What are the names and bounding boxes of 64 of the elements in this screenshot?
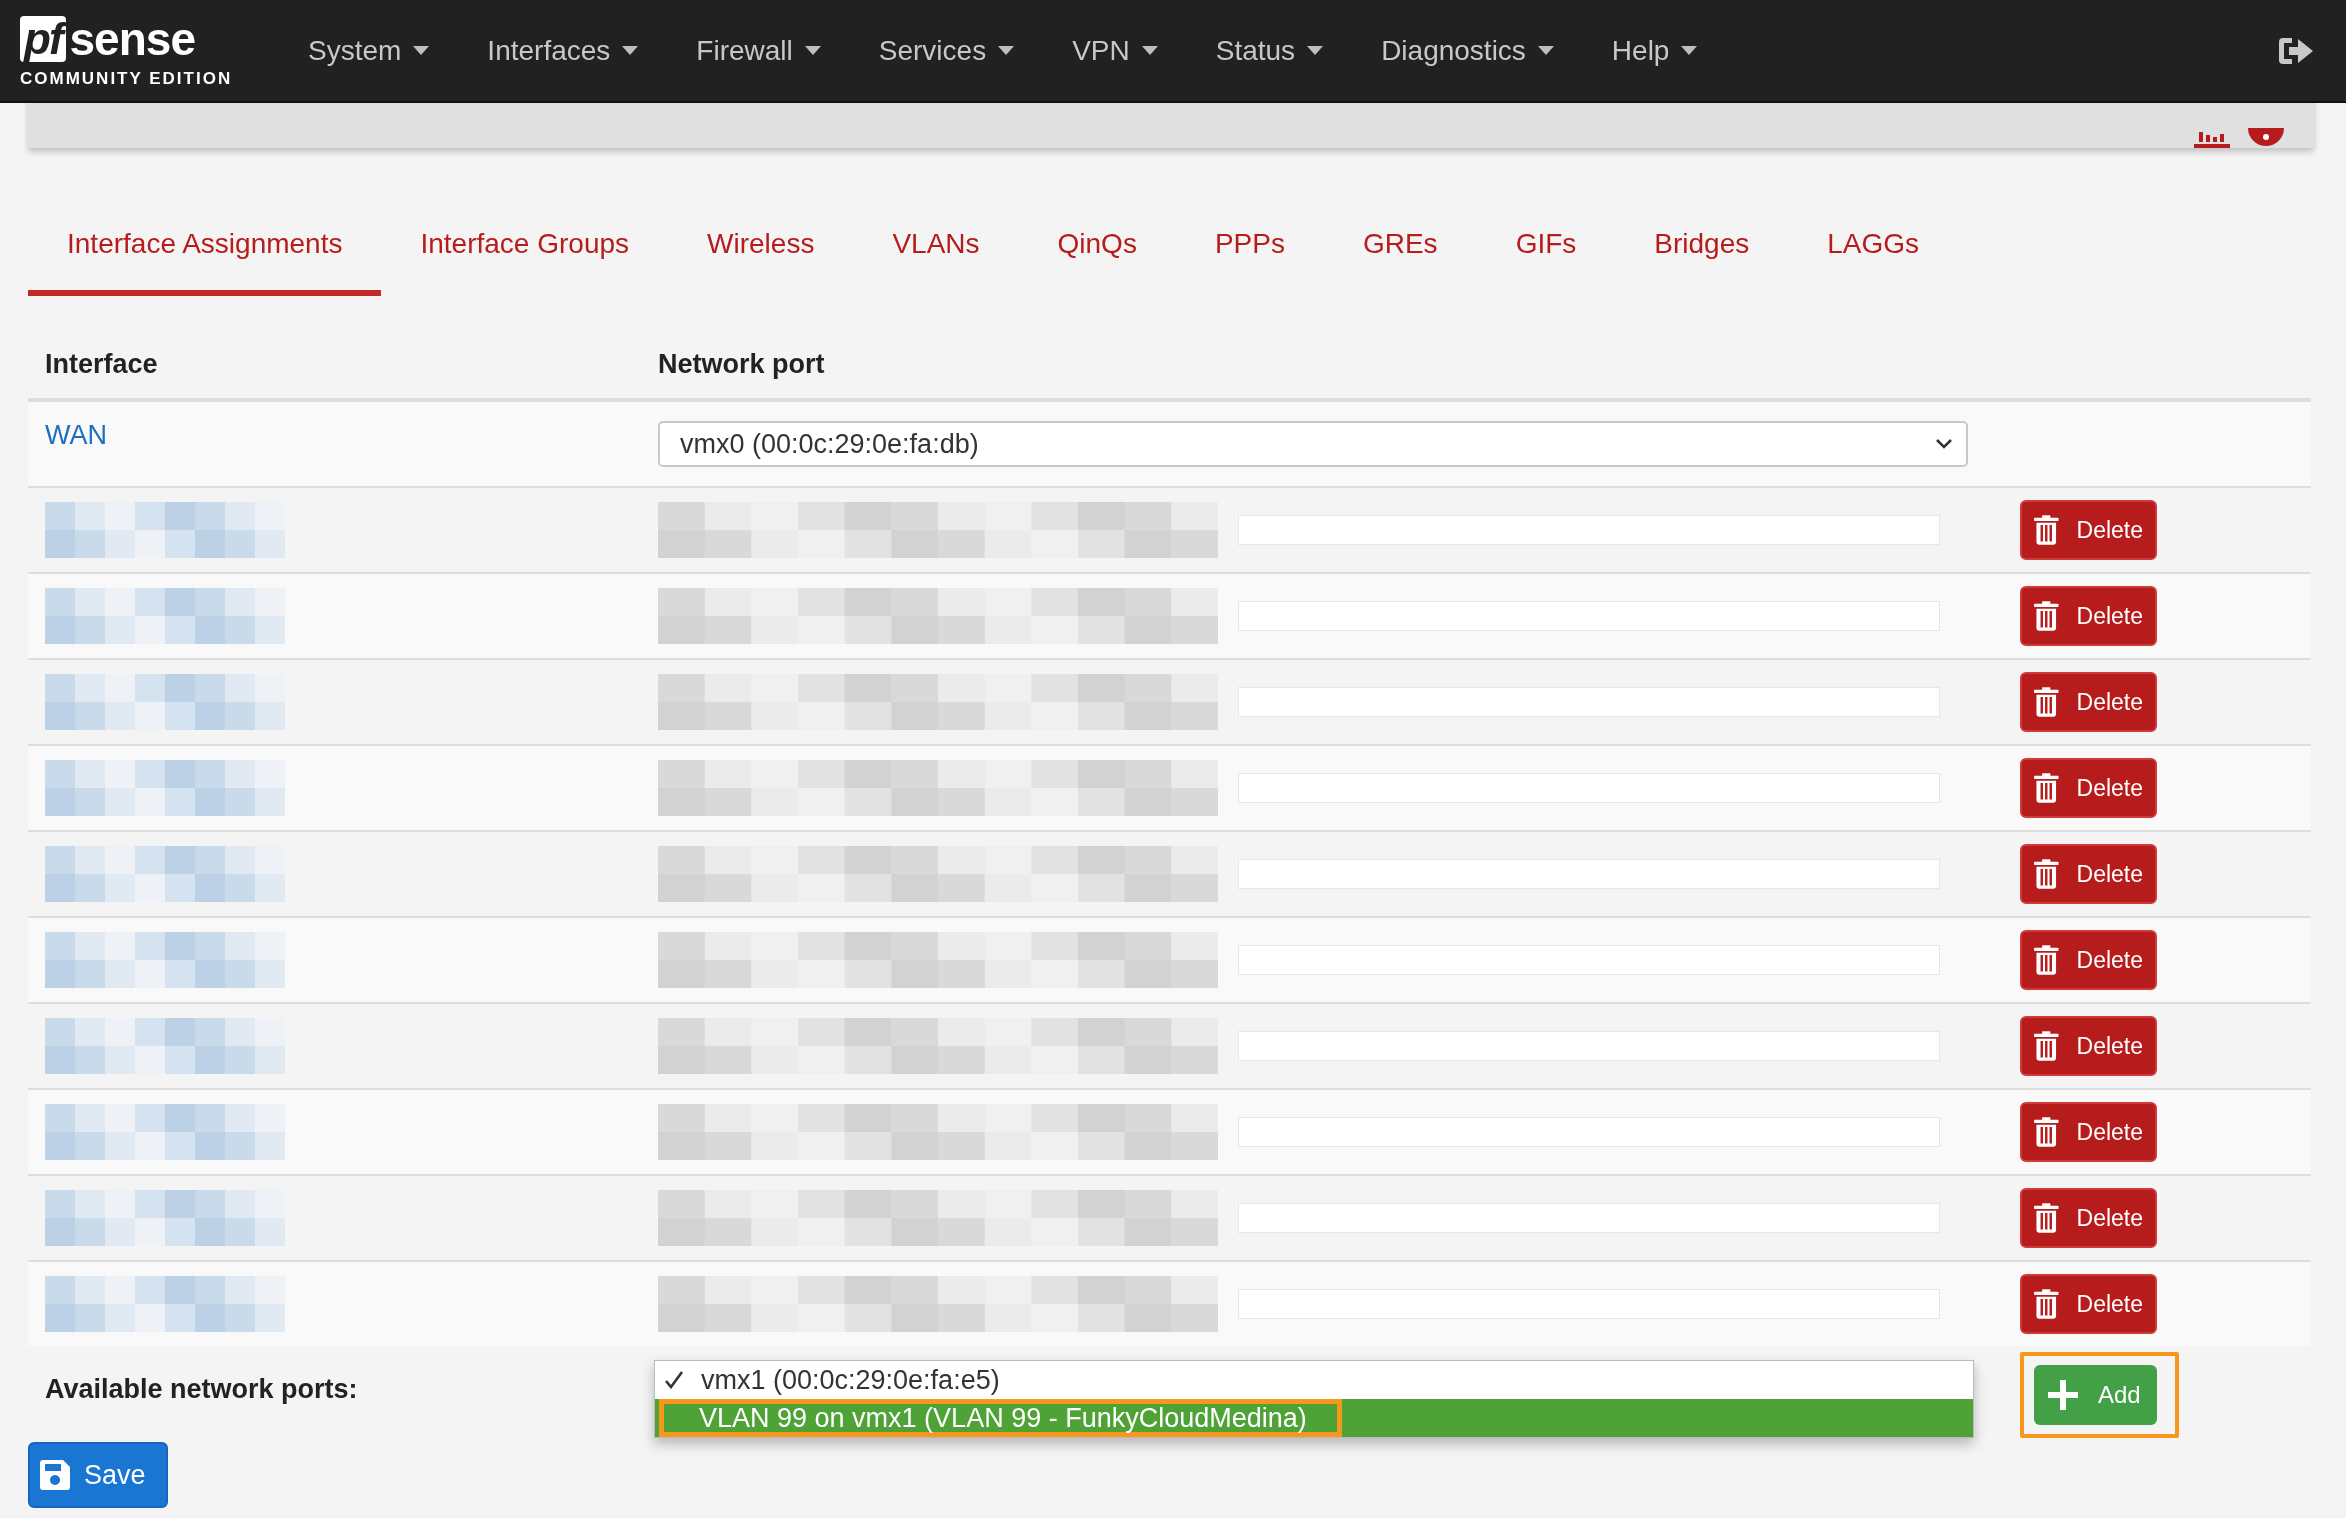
tab[interactable]: PPPs xyxy=(1175,210,1324,296)
logo-wordmark: sense xyxy=(69,12,195,65)
delete-button[interactable]: Delete xyxy=(2020,586,2157,646)
trash-icon xyxy=(2034,770,2059,806)
delete-button[interactable]: Delete xyxy=(2020,672,2157,732)
trash-icon xyxy=(2034,598,2059,634)
delete-button[interactable]: Delete xyxy=(2020,1016,2157,1076)
trash-icon xyxy=(2034,856,2059,892)
port-select[interactable]: vmx0 (00:0c:29:0e:fa:db) xyxy=(658,421,1968,467)
caret-icon xyxy=(1307,46,1324,55)
chart-icon xyxy=(2194,132,2230,148)
tab[interactable]: Interface Assignments xyxy=(28,210,382,296)
delete-button[interactable]: Delete xyxy=(2020,758,2157,818)
caret-icon xyxy=(413,46,430,55)
edition-label: COMMUNITY EDITION xyxy=(20,68,234,89)
tab[interactable]: GREs xyxy=(1323,210,1477,296)
trash-icon xyxy=(2034,1028,2059,1064)
tab[interactable]: GIFs xyxy=(1476,210,1616,296)
caret-icon xyxy=(1537,46,1554,55)
caret-icon xyxy=(1681,46,1698,55)
nav-menu-item[interactable]: System xyxy=(288,34,468,67)
delete-button[interactable]: Delete xyxy=(2020,1274,2157,1334)
add-button[interactable]: Add xyxy=(2034,1365,2157,1425)
column-header: Interface xyxy=(44,348,159,380)
tab[interactable]: Bridges xyxy=(1615,210,1789,296)
tab[interactable]: VLANs xyxy=(853,210,1019,296)
trash-icon xyxy=(2034,1200,2059,1236)
checkmark-icon xyxy=(665,1371,683,1389)
trash-icon xyxy=(2034,1286,2059,1322)
plus-icon xyxy=(2048,1380,2078,1410)
caret-icon xyxy=(804,46,821,55)
nav-menu-item[interactable]: Firewall xyxy=(676,34,859,67)
chevron-down-icon xyxy=(1936,439,1952,449)
interface-link[interactable]: WAN xyxy=(45,420,107,451)
column-header: Network port xyxy=(658,348,826,380)
trash-icon xyxy=(2034,942,2059,978)
available-ports-label: Available network ports: xyxy=(44,1372,359,1406)
save-icon xyxy=(40,1460,70,1490)
tab[interactable]: LAGGs xyxy=(1788,210,1959,296)
delete-button[interactable]: Delete xyxy=(2020,500,2157,560)
trash-icon xyxy=(2034,1114,2059,1150)
nav-menu-item[interactable]: Status xyxy=(1195,34,1362,67)
logo-mark: pf xyxy=(20,15,66,62)
caret-icon xyxy=(622,46,639,55)
delete-button[interactable]: Delete xyxy=(2020,1102,2157,1162)
delete-button[interactable]: Delete xyxy=(2020,844,2157,904)
save-button[interactable]: Save xyxy=(28,1442,168,1508)
trash-icon xyxy=(2034,512,2059,548)
delete-button[interactable]: Delete xyxy=(2020,930,2157,990)
dropdown-option[interactable]: vmx1 (00:0c:29:0e:fa:e5) xyxy=(655,1361,1973,1399)
delete-button[interactable]: Delete xyxy=(2020,1188,2157,1248)
nav-menu-item[interactable]: Services xyxy=(858,34,1053,67)
caret-icon xyxy=(998,46,1015,55)
logout-icon[interactable] xyxy=(2278,35,2314,66)
tab[interactable]: QinQs xyxy=(1018,210,1176,296)
info-icon xyxy=(2248,128,2284,148)
caret-icon xyxy=(1141,46,1158,55)
tab[interactable]: Interface Groups xyxy=(381,210,669,296)
nav-menu-item[interactable]: Diagnostics xyxy=(1361,34,1592,67)
tab[interactable]: Wireless xyxy=(668,210,854,296)
nav-menu-item[interactable]: VPN xyxy=(1052,34,1196,67)
nav-menu-item[interactable]: Interfaces xyxy=(467,34,677,67)
trash-icon xyxy=(2034,684,2059,720)
nav-menu-item[interactable]: Help xyxy=(1591,34,1736,67)
